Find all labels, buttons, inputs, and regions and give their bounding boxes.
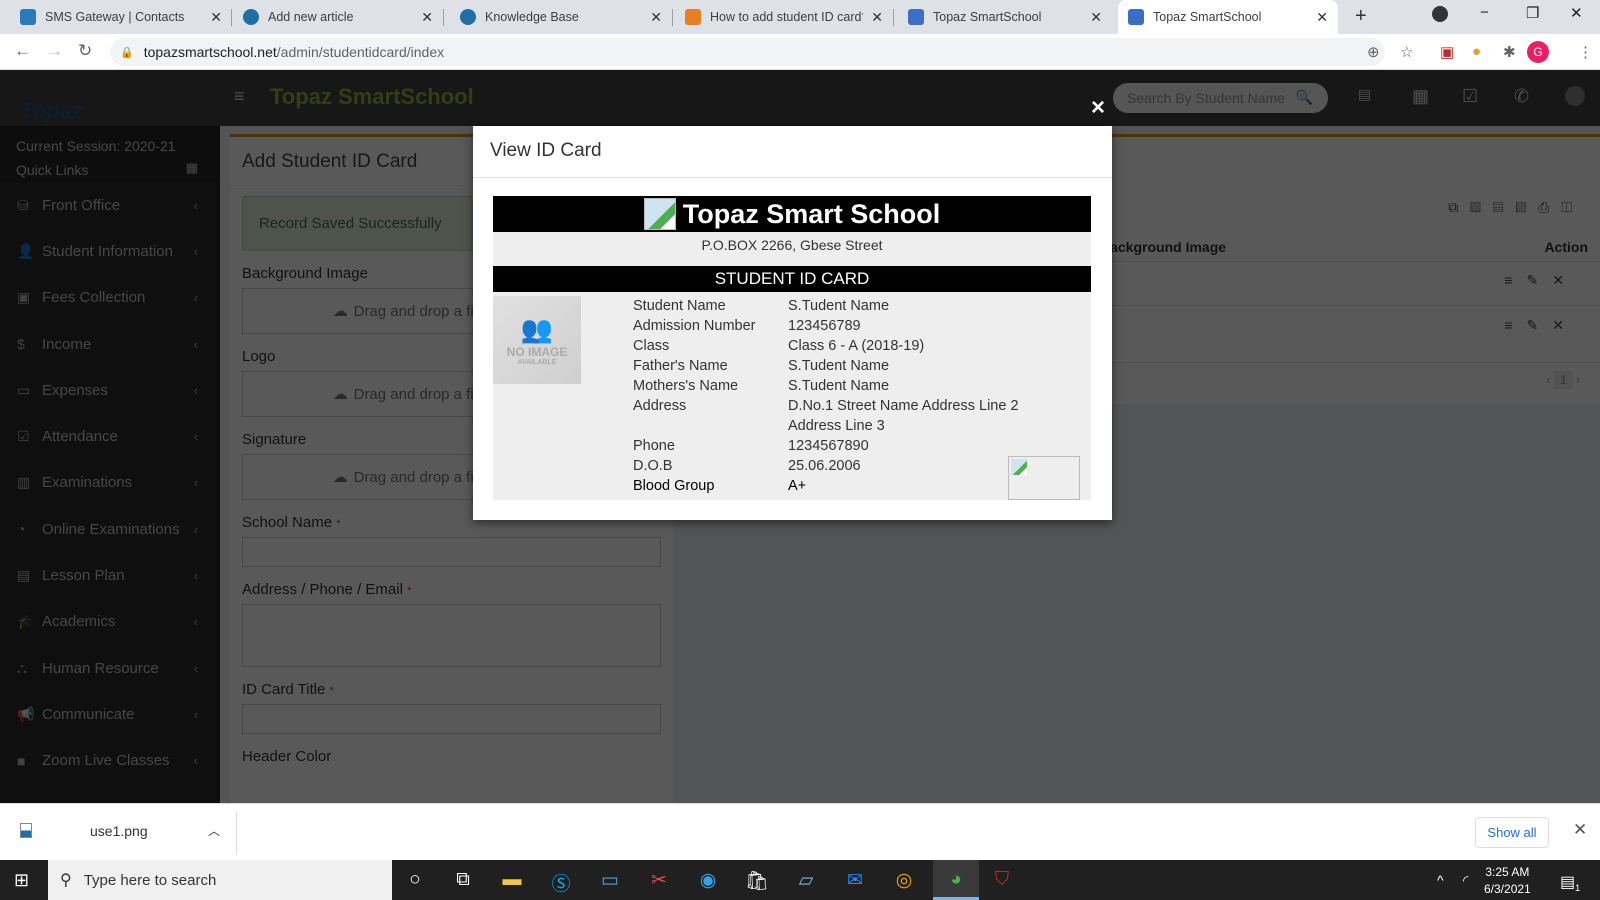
bookmark-star-icon[interactable]: ☆ <box>1400 43 1413 61</box>
card-field-row: Address D.No.1 Street Name Address Line 2 <box>633 398 1019 414</box>
card-field-row: D.O.B 25.06.2006 <box>633 458 861 474</box>
people-icon: 👥 <box>520 314 554 344</box>
windows-start-icon[interactable]: ⊞ <box>14 870 29 891</box>
mail-icon[interactable]: ✉ <box>843 869 867 892</box>
card-fields: Student Name S.Tudent Name Admission Numb… <box>633 296 1019 496</box>
close-tab-icon[interactable]: ✕ <box>650 9 662 26</box>
modal-close-button[interactable]: × <box>1091 94 1105 122</box>
school-logo-broken-image-icon <box>643 198 676 230</box>
browser-tab[interactable]: Knowledge Base ✕ <box>450 0 672 34</box>
reload-icon[interactable]: ↻ <box>78 41 92 61</box>
close-tab-icon[interactable]: ✕ <box>1090 9 1102 26</box>
topaz-favicon-icon <box>908 9 924 25</box>
chevron-up-icon[interactable]: ︿ <box>208 822 220 839</box>
snipping-tool-icon[interactable]: ✂ <box>647 869 671 892</box>
mcafee-extension-icon[interactable]: ▣ <box>1440 43 1454 61</box>
topaz-favicon-icon <box>1128 9 1144 25</box>
browser-tab[interactable]: How to add student ID card? - ✕ <box>675 0 893 34</box>
task-view-icon[interactable]: ⧉ <box>451 869 475 891</box>
file-explorer-icon[interactable]: ▬ <box>500 869 524 891</box>
browser-tab-active[interactable]: Topaz SmartSchool ✕ <box>1118 0 1338 34</box>
edge-icon[interactable]: ◉ <box>696 869 720 892</box>
close-tab-icon[interactable]: ✕ <box>871 9 883 26</box>
cortana-icon[interactable]: ○ <box>403 869 427 891</box>
vpn-icon[interactable]: ◎ <box>892 869 916 892</box>
new-tab-button[interactable]: + <box>1355 5 1367 28</box>
show-all-downloads-button[interactable]: Show all <box>1475 817 1549 848</box>
browser-tab[interactable]: Add new article ✕ <box>233 0 443 34</box>
card-field-row: Admission Number 123456789 <box>633 318 861 334</box>
close-tab-icon[interactable]: ✕ <box>1316 9 1328 26</box>
view-id-card-modal: View ID Card Topaz Smart School P.O.BOX … <box>473 126 1112 520</box>
browser-tab[interactable]: SMS Gateway | Contacts ✕ <box>10 0 232 34</box>
book-favicon-icon <box>685 9 701 25</box>
browser-menu-icon[interactable]: ⋮ <box>1578 43 1593 61</box>
search-icon: ⚲ <box>60 872 72 889</box>
chrome-taskbar-icon[interactable]: ◕ <box>933 860 979 900</box>
card-field-row: Address Line 3 <box>788 418 885 434</box>
restore-button[interactable]: ❐ <box>1526 4 1539 22</box>
topaz-favicon-icon <box>20 9 36 25</box>
card-school-name: Topaz Smart School <box>682 198 941 229</box>
signature-image <box>1008 456 1080 500</box>
zoom-icon[interactable]: ⊕ <box>1367 43 1380 61</box>
student-photo-placeholder: 👥 NO IMAGE AVAILABLE <box>493 296 581 384</box>
taskbar-search-input[interactable]: ⚲ Type here to search <box>48 860 392 900</box>
card-title: STUDENT ID CARD <box>493 266 1091 292</box>
s-favicon-icon <box>243 9 259 25</box>
tray-expand-icon[interactable]: ^ <box>1437 872 1444 888</box>
file-image-icon <box>20 823 32 838</box>
close-tab-icon[interactable]: ✕ <box>421 9 433 26</box>
tab-search-icon[interactable] <box>1432 6 1448 22</box>
id-card-preview: Topaz Smart School P.O.BOX 2266, Gbese S… <box>493 196 1091 500</box>
close-tab-icon[interactable]: ✕ <box>210 9 222 26</box>
card-field-row: Blood Group A+ <box>633 478 807 494</box>
wifi-icon[interactable]: ◜ <box>1463 872 1468 889</box>
card-field-row: Phone 1234567890 <box>633 438 869 454</box>
close-download-bar-icon[interactable]: ✕ <box>1573 820 1587 840</box>
s-favicon-icon <box>460 9 476 25</box>
notifications-icon[interactable]: ▤1 <box>1560 872 1580 893</box>
mcafee-icon[interactable]: ⛉ <box>990 869 1014 891</box>
extensions-puzzle-icon[interactable]: ✱ <box>1503 43 1516 61</box>
system-clock[interactable]: 3:25 AM 6/3/2021 <box>1484 864 1531 898</box>
address-bar: ← → ↻ 🔒 topazsmartschool.net/admin/stude… <box>0 34 1600 70</box>
url-input[interactable]: 🔒 topazsmartschool.net/admin/studentidca… <box>110 38 1385 66</box>
store-icon[interactable]: 🛍 <box>745 869 769 893</box>
browser-tab[interactable]: Topaz SmartSchool ✕ <box>898 0 1112 34</box>
window-close-button[interactable]: ✕ <box>1570 4 1583 22</box>
skype-icon[interactable]: Ⓢ <box>549 869 573 896</box>
cookie-extension-icon[interactable]: ● <box>1472 43 1481 60</box>
card-field-row: Student Name S.Tudent Name <box>633 298 890 314</box>
card-school-address: P.O.BOX 2266, Gbese Street <box>701 237 883 253</box>
remote-desktop-icon[interactable]: ▭ <box>598 869 622 892</box>
download-item[interactable]: use1.png ︿ <box>20 822 220 839</box>
notepad-icon[interactable]: ▱ <box>794 869 818 892</box>
modal-title: View ID Card <box>473 126 1112 178</box>
broken-image-icon <box>1011 459 1027 475</box>
profile-avatar[interactable]: G <box>1527 41 1549 63</box>
windows-taskbar: ⊞ ⚲ Type here to search ○ ⧉ ▬ Ⓢ ▭ ✂ ◉ 🛍 … <box>0 860 1600 900</box>
card-field-row: Class Class 6 - A (2018-19) <box>633 338 925 354</box>
browser-tab-bar: SMS Gateway | Contacts ✕ Add new article… <box>0 0 1600 34</box>
card-field-row: Mothers's Name S.Tudent Name <box>633 378 890 394</box>
lock-icon: 🔒 <box>120 46 134 59</box>
download-bar: use1.png ︿ Show all ✕ <box>0 803 1600 860</box>
back-icon[interactable]: ← <box>14 41 31 61</box>
card-header: Topaz Smart School <box>493 196 1091 232</box>
card-field-row: Father's Name S.Tudent Name <box>633 358 890 374</box>
minimize-button[interactable]: − <box>1480 4 1489 21</box>
forward-icon[interactable]: → <box>46 41 63 61</box>
